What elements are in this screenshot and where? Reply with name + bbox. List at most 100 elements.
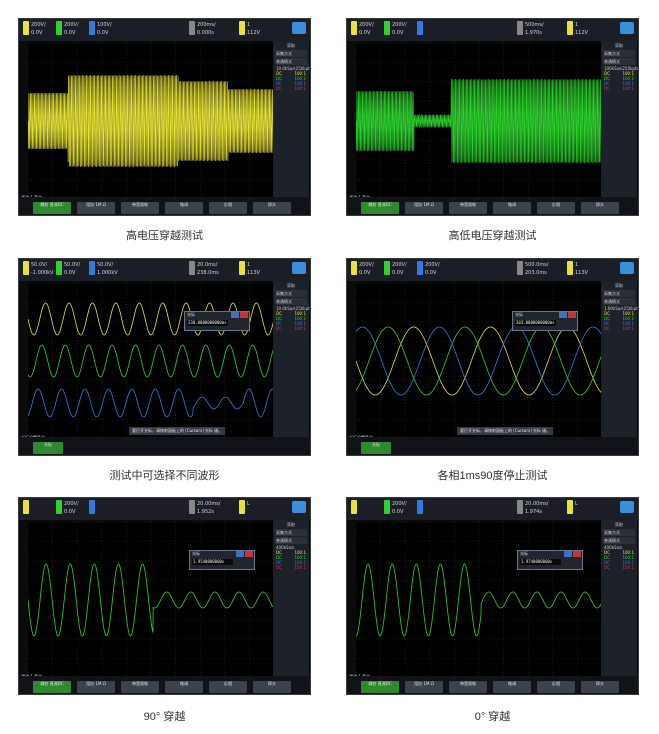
acquire-mode-value[interactable]: 普通模式 xyxy=(603,298,635,305)
acquire-mode-label[interactable]: 采集方式 xyxy=(603,529,635,536)
softkey-1[interactable]: 光标 xyxy=(361,442,391,454)
trigger-readout[interactable]: 1 112V xyxy=(239,21,260,39)
softkey-1[interactable]: 耦合 直流DC xyxy=(33,202,71,214)
softkey-4[interactable]: 微调 xyxy=(493,202,531,214)
softkey-1[interactable]: 耦合 直流DC xyxy=(33,681,71,693)
close-button[interactable] xyxy=(568,312,576,318)
channel-2-readout[interactable]: 200V/0.0V xyxy=(56,500,79,518)
channel-3-readout[interactable] xyxy=(89,500,97,518)
cursor-value-field[interactable]: 1.9540000000s xyxy=(192,559,233,565)
minimize-button[interactable] xyxy=(559,312,567,318)
acquire-mode-value[interactable]: 普通模式 xyxy=(275,58,307,65)
acquire-mode-label[interactable]: 采集方式 xyxy=(275,50,307,57)
timebase-readout[interactable]: 500.0ms/203.0ms xyxy=(517,261,548,279)
softkey-5[interactable]: 反相 xyxy=(537,202,575,214)
acquire-mode-label[interactable]: 采集方式 xyxy=(603,50,635,57)
cursor-popup[interactable]: 光标 1.9740000000s xyxy=(517,550,583,570)
channel-3-readout[interactable] xyxy=(417,21,425,39)
channel-1-readout[interactable] xyxy=(351,500,359,518)
softkey-5[interactable]: 反相 xyxy=(209,681,247,693)
channel-3-readout[interactable]: 100V/0.0V xyxy=(89,21,112,39)
trigger-source: 1 xyxy=(247,262,251,268)
softkey-5[interactable]: 反相 xyxy=(537,681,575,693)
channel-3-readout[interactable] xyxy=(417,500,425,518)
softkey-6[interactable]: 探头 xyxy=(581,681,619,693)
trigger-readout[interactable]: 1 113V xyxy=(239,261,260,279)
cursor-popup[interactable]: 光标 203.0000000000ms xyxy=(512,311,578,331)
cursor-value-field[interactable]: 203.0000000000ms xyxy=(515,320,556,326)
softkey-4[interactable]: 微调 xyxy=(165,681,203,693)
softkey-1[interactable]: 耦合 直流DC xyxy=(361,681,399,693)
minimize-button[interactable] xyxy=(236,551,244,557)
channel-1-readout[interactable]: 50.0V/ -1.000kV xyxy=(23,261,53,279)
cursor-popup[interactable]: 光标 1.9540000000s xyxy=(189,550,255,570)
softkey-3[interactable]: 带宽限制 xyxy=(449,202,487,214)
softkey-6[interactable]: 探头 xyxy=(253,202,291,214)
softkey-2[interactable]: 阻抗 1M Ω xyxy=(77,681,115,693)
softkey-2[interactable]: 阻抗 1M Ω xyxy=(405,681,443,693)
softkey-3[interactable]: 带宽限制 xyxy=(121,681,159,693)
timebase-readout[interactable]: 500ms/1.970s xyxy=(517,21,544,39)
waveform-plot xyxy=(28,522,274,678)
cursor-value-field[interactable]: 1.9740000000s xyxy=(520,559,561,565)
close-button[interactable] xyxy=(245,551,253,557)
channel-1-readout[interactable]: 200V/0.0V xyxy=(23,21,46,39)
channel-2-readout[interactable]: 200V/0.0V xyxy=(384,500,407,518)
channel-3-readout[interactable]: 200V/0.0V xyxy=(417,261,440,279)
waveform-display[interactable] xyxy=(356,522,602,678)
softkey-6[interactable]: 探头 xyxy=(581,202,619,214)
softkey-2[interactable]: 阻抗 1M Ω xyxy=(405,202,443,214)
trigger-badge xyxy=(239,261,245,275)
acquire-mode-value[interactable]: 普通模式 xyxy=(603,537,635,544)
softkey-3[interactable]: 带宽限制 xyxy=(449,681,487,693)
softkey-6[interactable]: 探头 xyxy=(253,681,291,693)
waveform-display[interactable] xyxy=(28,43,274,199)
minimize-button[interactable] xyxy=(231,312,239,318)
channel-1-badge xyxy=(23,261,29,275)
channel-1-readout[interactable]: 200V/0.0V xyxy=(351,21,374,39)
close-button[interactable] xyxy=(240,312,248,318)
timebase-readout[interactable]: 20.00ms/1.974s xyxy=(517,500,548,518)
acquire-mode-value[interactable]: 普通模式 xyxy=(275,298,307,305)
softkey-4[interactable]: 微调 xyxy=(165,202,203,214)
waveform-display[interactable] xyxy=(356,43,602,199)
trigger-readout[interactable]: L xyxy=(239,500,250,518)
timebase-readout[interactable]: 20.0ms/238.0ms xyxy=(189,261,219,279)
channel-3-readout[interactable]: 50.0V/1.000kV xyxy=(89,261,118,279)
waveform-display[interactable] xyxy=(356,283,602,439)
channel-2-readout[interactable]: 200V/0.0V xyxy=(384,261,407,279)
softkey-4[interactable]: 微调 xyxy=(493,681,531,693)
trigger-readout[interactable]: L xyxy=(567,500,578,518)
cursor-value-field[interactable]: 238.0000000000ms xyxy=(187,320,228,326)
channel-1-readout[interactable]: 200V/0.0V xyxy=(351,261,374,279)
softkey-1[interactable]: 耦合 直流DC xyxy=(361,202,399,214)
channel-2-readout[interactable]: 200V/0.0V xyxy=(56,21,79,39)
channel-1-badge xyxy=(351,500,357,514)
softkey-5[interactable]: 反相 xyxy=(209,202,247,214)
timebase-readout[interactable]: 20.00ms/1.952s xyxy=(189,500,220,518)
channel-2-readout[interactable]: 200V/0.0V xyxy=(384,21,407,39)
acquire-mode-value[interactable]: 普通模式 xyxy=(603,58,635,65)
channel-1-readout[interactable] xyxy=(23,500,31,518)
acquire-mode-value[interactable]: 普通模式 xyxy=(275,537,307,544)
cursor-popup[interactable]: 光标 238.0000000000ms xyxy=(184,311,250,331)
trigger-readout[interactable]: 1 113V xyxy=(567,261,588,279)
timebase-badge xyxy=(189,500,195,514)
minimize-button[interactable] xyxy=(564,551,572,557)
channel-2-values: 200V/0.0V xyxy=(392,21,407,37)
channel-2-readout[interactable]: 50.0V/0.0V xyxy=(56,261,80,279)
channel-3-values: 50.0V/1.000kV xyxy=(97,261,118,277)
waveform-display[interactable] xyxy=(28,522,274,678)
trigger-readout[interactable]: 1 112V xyxy=(567,21,588,39)
close-button[interactable] xyxy=(573,551,581,557)
cursor-popup-buttons xyxy=(236,551,253,557)
timebase-readout[interactable]: 200ms/0.000s xyxy=(189,21,216,39)
softkey-1[interactable]: 光标 xyxy=(33,442,63,454)
acquire-mode-label[interactable]: 采集方式 xyxy=(275,529,307,536)
acquire-mode-label[interactable]: 采集方式 xyxy=(275,290,307,297)
channel-3-values: 100V/0.0V xyxy=(97,21,112,37)
waveform-display[interactable] xyxy=(28,283,274,439)
softkey-3[interactable]: 带宽限制 xyxy=(121,202,159,214)
acquire-mode-label[interactable]: 采集方式 xyxy=(603,290,635,297)
softkey-2[interactable]: 阻抗 1M Ω xyxy=(77,202,115,214)
